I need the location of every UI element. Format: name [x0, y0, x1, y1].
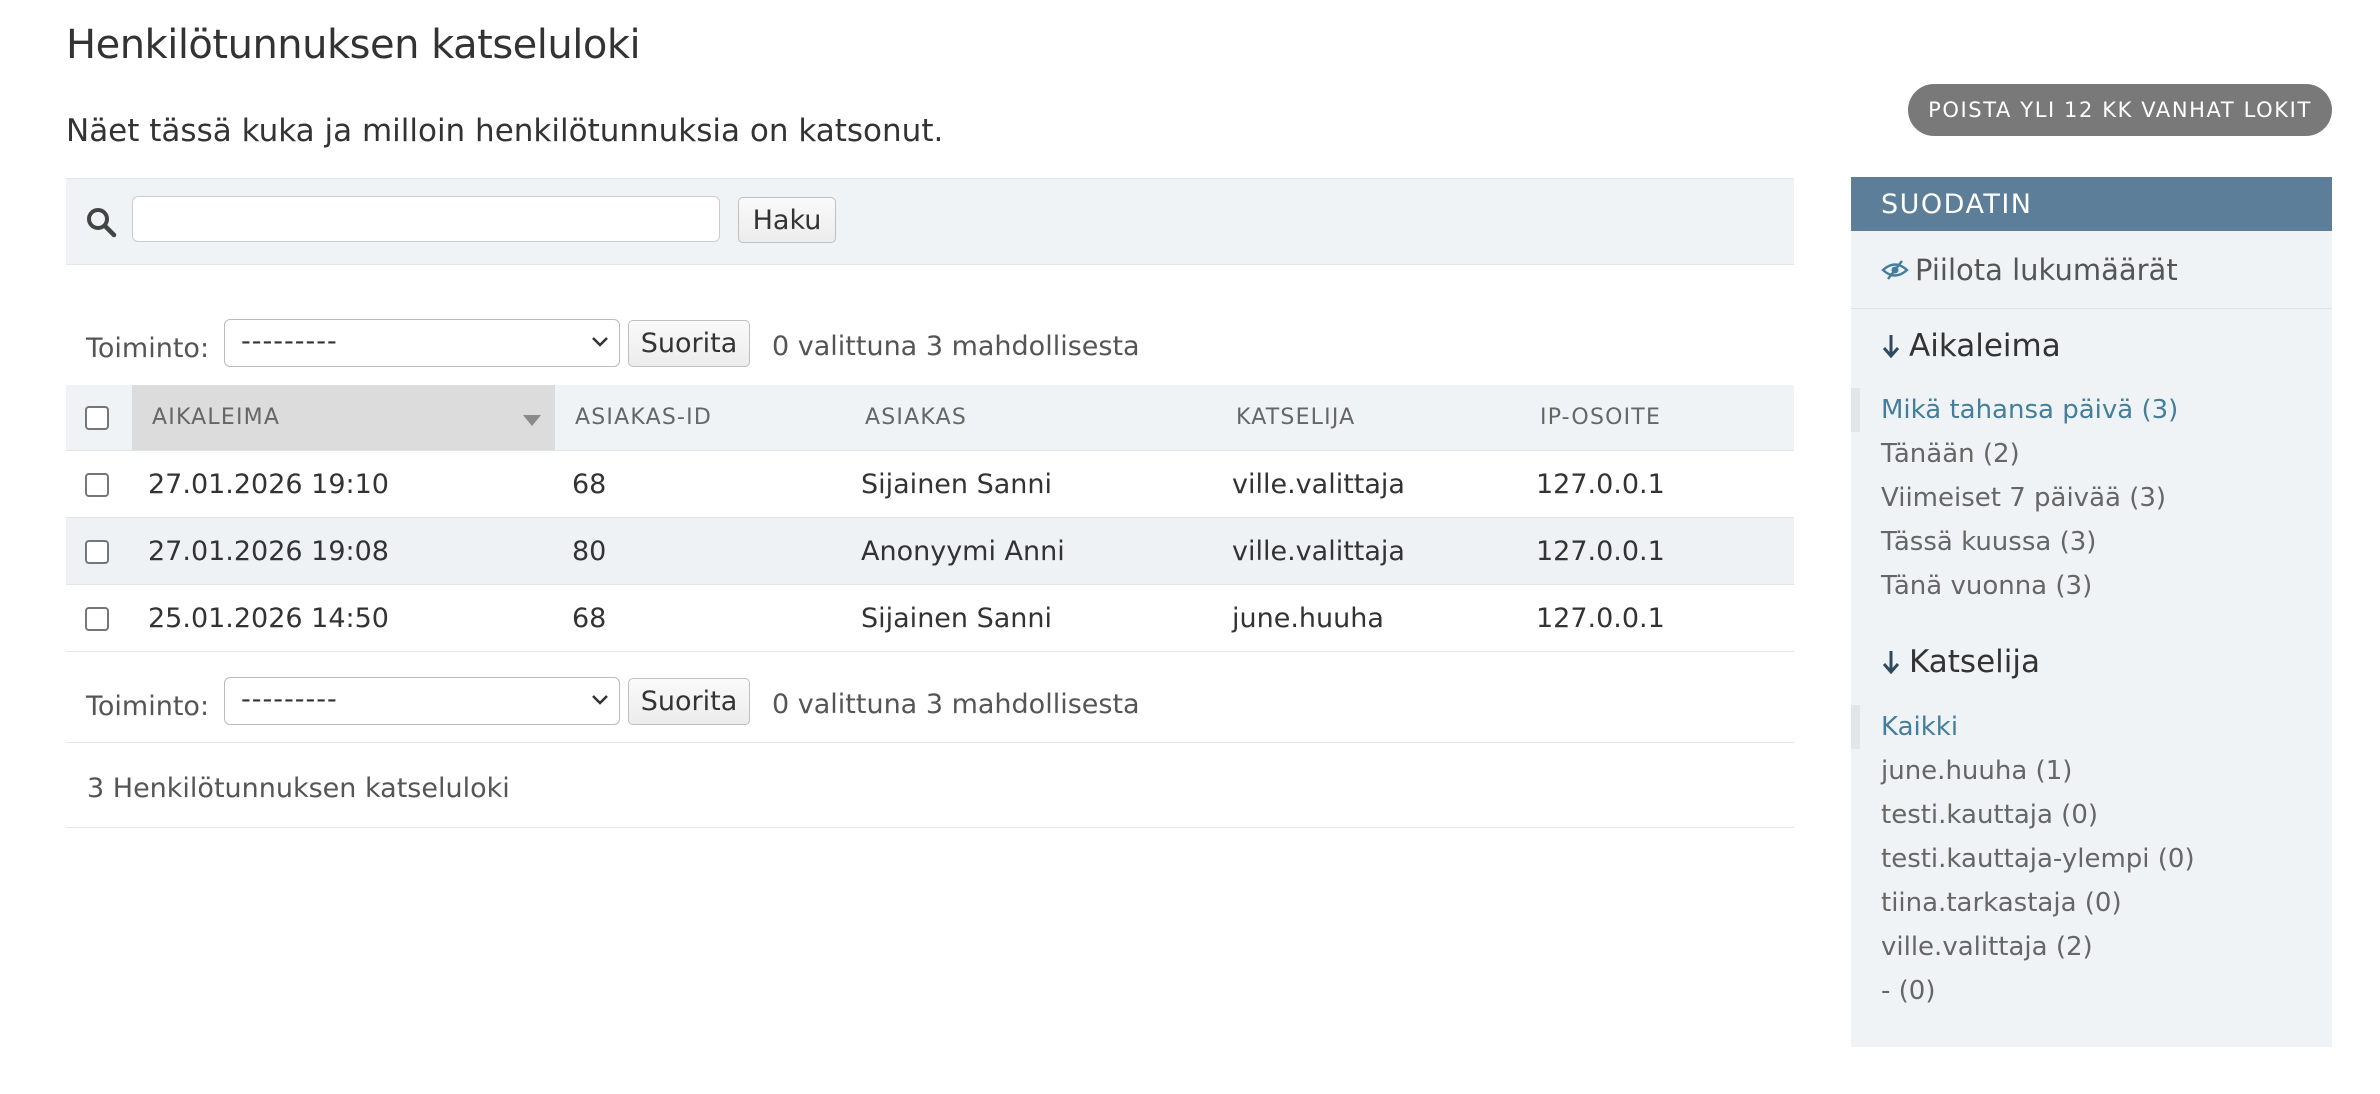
- table-header-row: AIKALEIMA ASIAKAS-ID ASIAKAS KATSELIJA I…: [66, 385, 1794, 451]
- filter-option-viewer[interactable]: testi.kauttaja (0): [1851, 793, 2332, 837]
- row-checkbox[interactable]: [85, 473, 109, 497]
- results-table: AIKALEIMA ASIAKAS-ID ASIAKAS KATSELIJA I…: [66, 385, 1794, 652]
- actions-bar-top: Toiminto: --------- Suorita 0 valittuna …: [66, 309, 1794, 387]
- filter-option-viewer[interactable]: testi.kauttaja-ylempi (0): [1851, 837, 2332, 881]
- cell-aikaleima[interactable]: 25.01.2026 14:50: [132, 584, 555, 652]
- action-select[interactable]: ---------: [224, 677, 620, 725]
- table-row: 27.01.2026 19:10 68 Sijainen Sanni ville…: [66, 450, 1794, 518]
- action-select-value: ---------: [241, 326, 338, 357]
- cell-asiakas: Sijainen Sanni: [853, 584, 1220, 652]
- search-icon: [87, 208, 117, 238]
- action-select-value: ---------: [241, 684, 338, 715]
- cell-aikaleima[interactable]: 27.01.2026 19:10: [132, 450, 555, 518]
- filter-list-katselija: Kaikki june.huuha (1) testi.kauttaja (0)…: [1851, 705, 2332, 1013]
- filter-option-last-7-days[interactable]: Viimeiset 7 päivää (3): [1851, 476, 2332, 520]
- column-header-label: ASIAKAS-ID: [575, 405, 712, 430]
- cell-aikaleima[interactable]: 27.01.2026 19:08: [132, 517, 555, 585]
- cell-ip-osoite: 127.0.0.1: [1530, 584, 1794, 652]
- filter-option-this-month[interactable]: Tässä kuussa (3): [1851, 520, 2332, 564]
- page-subtitle: Näet tässä kuka ja milloin henkilötunnuk…: [66, 113, 944, 149]
- filter-group-title-katselija: Katselija: [1881, 644, 2040, 680]
- cell-asiakas: Anonyymi Anni: [853, 517, 1220, 585]
- filter-group-label: Katselija: [1909, 644, 2040, 680]
- selection-counter: 0 valittuna 3 mahdollisesta: [772, 331, 1140, 362]
- cell-katselija: june.huuha: [1220, 584, 1530, 652]
- cell-katselija: ville.valittaja: [1220, 517, 1530, 585]
- filter-sidebar: SUODATIN Piilota lukumäärät Aikaleima Mi…: [1851, 177, 2332, 1047]
- cell-asiakas-id: 68: [555, 584, 853, 652]
- action-select[interactable]: ---------: [224, 319, 620, 367]
- row-select-cell: [66, 450, 132, 518]
- column-header-asiakas[interactable]: ASIAKAS: [853, 385, 1220, 451]
- column-header-label: AIKALEIMA: [152, 405, 281, 430]
- column-header-label: IP-OSOITE: [1540, 405, 1662, 430]
- filter-option-this-year[interactable]: Tänä vuonna (3): [1851, 564, 2332, 608]
- select-all-checkbox[interactable]: [85, 406, 109, 430]
- filter-option-viewer[interactable]: ville.valittaja (2): [1851, 925, 2332, 969]
- chevron-down-icon: [592, 337, 608, 347]
- cell-ip-osoite: 127.0.0.1: [1530, 450, 1794, 518]
- column-header-label: ASIAKAS: [865, 405, 968, 430]
- row-select-cell: [66, 517, 132, 585]
- filter-list-aikaleima: Mikä tahansa päivä (3) Tänään (2) Viimei…: [1851, 388, 2332, 608]
- arrow-down-icon: [1882, 335, 1900, 359]
- cell-asiakas-id: 68: [555, 450, 853, 518]
- result-total: 3 Henkilötunnuksen katseluloki: [66, 742, 1794, 828]
- run-action-button[interactable]: Suorita: [628, 320, 750, 367]
- run-action-button[interactable]: Suorita: [628, 678, 750, 725]
- filter-option-today[interactable]: Tänään (2): [1851, 432, 2332, 476]
- search-bar: Haku: [66, 178, 1794, 265]
- page: Henkilötunnuksen katseluloki Näet tässä …: [0, 0, 2380, 1094]
- hide-counts-label: Piilota lukumäärät: [1915, 253, 2178, 287]
- column-header-katselija[interactable]: KATSELIJA: [1220, 385, 1530, 451]
- hide-counts-link[interactable]: Piilota lukumäärät: [1881, 253, 2178, 287]
- row-checkbox[interactable]: [85, 607, 109, 631]
- row-select-cell: [66, 584, 132, 652]
- table-row: 27.01.2026 19:08 80 Anonyymi Anni ville.…: [66, 517, 1794, 585]
- page-title: Henkilötunnuksen katseluloki: [66, 22, 641, 68]
- column-header-ip-osoite[interactable]: IP-OSOITE: [1530, 385, 1794, 451]
- filter-divider: [1851, 308, 2332, 309]
- arrow-down-icon: [1882, 651, 1900, 675]
- filter-option-viewer[interactable]: tiina.tarkastaja (0): [1851, 881, 2332, 925]
- search-button[interactable]: Haku: [738, 197, 836, 243]
- action-label: Toiminto:: [86, 333, 210, 364]
- sort-descending-icon: [523, 415, 541, 426]
- search-input[interactable]: [132, 196, 720, 242]
- select-all-cell: [66, 385, 132, 451]
- filter-group-label: Aikaleima: [1909, 328, 2061, 364]
- filter-header: SUODATIN: [1851, 177, 2332, 231]
- cell-asiakas-id: 80: [555, 517, 853, 585]
- cell-asiakas: Sijainen Sanni: [853, 450, 1220, 518]
- filter-group-title-aikaleima: Aikaleima: [1881, 328, 2061, 364]
- selection-counter: 0 valittuna 3 mahdollisesta: [772, 689, 1140, 720]
- filter-option-any-date[interactable]: Mikä tahansa päivä (3): [1851, 388, 2332, 432]
- result-total-text: 3 Henkilötunnuksen katseluloki: [87, 773, 510, 804]
- cell-ip-osoite: 127.0.0.1: [1530, 517, 1794, 585]
- column-header-asiakas-id[interactable]: ASIAKAS-ID: [555, 385, 853, 451]
- delete-old-logs-button[interactable]: POISTA YLI 12 KK VANHAT LOKIT: [1908, 84, 2332, 136]
- actions-bar-bottom: Toiminto: --------- Suorita 0 valittuna …: [66, 667, 1794, 745]
- filter-option-viewer[interactable]: june.huuha (1): [1851, 749, 2332, 793]
- table-row: 25.01.2026 14:50 68 Sijainen Sanni june.…: [66, 584, 1794, 652]
- column-header-aikaleima[interactable]: AIKALEIMA: [132, 385, 555, 451]
- row-checkbox[interactable]: [85, 540, 109, 564]
- eye-slash-icon: [1881, 260, 1909, 280]
- filter-option-all[interactable]: Kaikki: [1851, 705, 2332, 749]
- column-header-label: KATSELIJA: [1236, 405, 1356, 430]
- filter-option-empty[interactable]: - (0): [1851, 969, 2332, 1013]
- chevron-down-icon: [592, 695, 608, 705]
- action-label: Toiminto:: [86, 691, 210, 722]
- cell-katselija: ville.valittaja: [1220, 450, 1530, 518]
